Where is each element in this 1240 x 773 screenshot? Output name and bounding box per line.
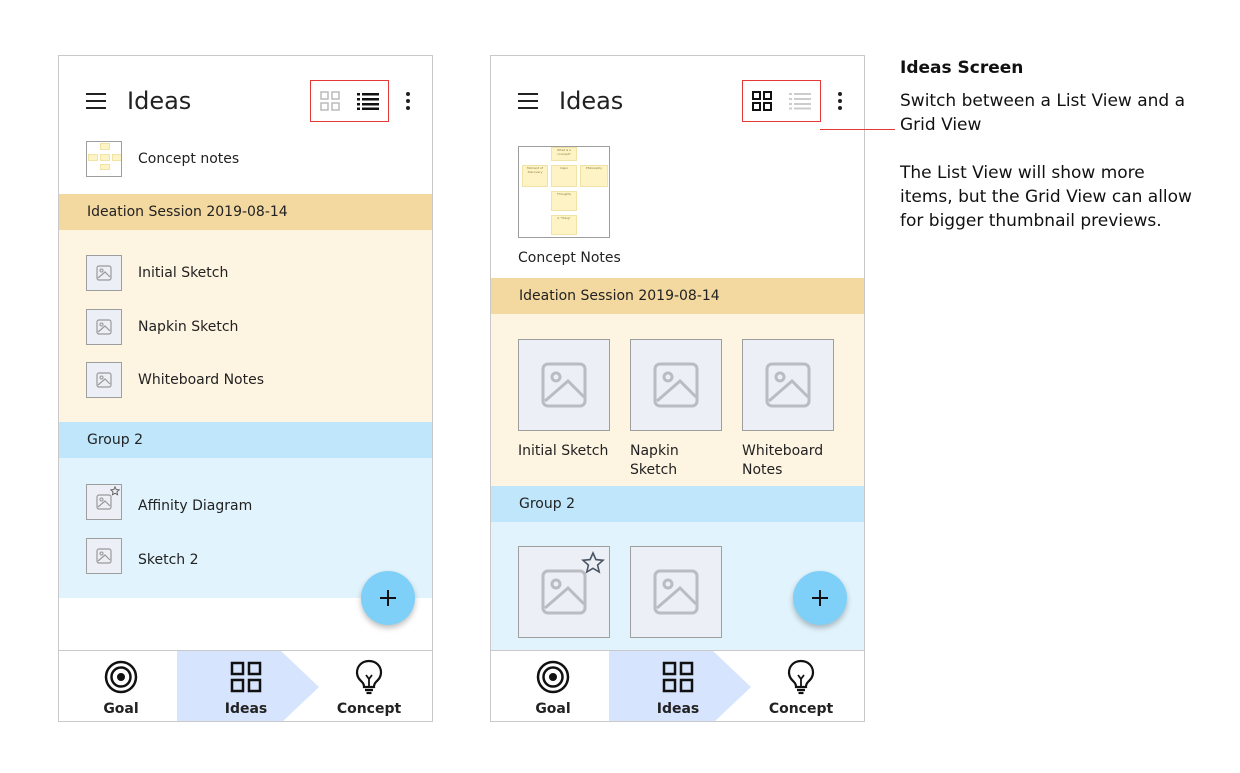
sticky-note: A "thing" [551, 215, 577, 235]
list-item-label: Concept notes [138, 151, 240, 167]
list-item[interactable]: Whiteboard Notes [59, 358, 432, 402]
hamburger-menu-icon[interactable] [518, 93, 538, 109]
list-item-label: Sketch 2 [138, 552, 199, 568]
group-ideation-session: Ideation Session 2019-08-14 Initial Sket… [491, 278, 864, 486]
grid-view-icon [320, 91, 340, 111]
grid-icon [228, 659, 264, 695]
nav-tab-goal[interactable]: Goal [61, 651, 181, 721]
grid-item-label: Whiteboard Notes [742, 443, 824, 478]
view-toggle [742, 80, 821, 122]
app-bar: Ideas [59, 56, 432, 140]
nav-tab-concept[interactable]: Concept [741, 651, 861, 721]
image-placeholder-icon [86, 309, 122, 345]
image-placeholder-icon [765, 362, 811, 408]
annotation-title: Ideas Screen [900, 58, 1024, 78]
nav-label: Ideas [224, 701, 268, 717]
grid-view-icon [752, 91, 772, 111]
group-ideation-session: Ideation Session 2019-08-14 Initial Sket… [59, 194, 432, 422]
list-view-button[interactable] [781, 81, 819, 121]
list-item-label: Whiteboard Notes [138, 372, 265, 388]
star-icon[interactable] [581, 551, 605, 575]
nav-tab-goal[interactable]: Goal [493, 651, 613, 721]
star-icon [110, 486, 120, 496]
list-item-concept-notes[interactable]: Concept notes [59, 138, 432, 182]
sticky-note: Inspo [551, 165, 577, 187]
page-title: Ideas [127, 87, 192, 115]
grid-view-button[interactable] [743, 81, 781, 121]
lightbulb-icon [783, 659, 819, 695]
grid-item-label: Concept Notes [518, 250, 621, 266]
list-item-label: Napkin Sketch [138, 319, 239, 335]
grid-view-button[interactable] [311, 81, 349, 121]
sticky-note: Thoughts [551, 191, 577, 211]
grid-item-label: Initial Sketch [518, 443, 609, 459]
hamburger-menu-icon[interactable] [86, 93, 106, 109]
phone-list-view: Ideas Concept notes Ideation Session 201… [58, 55, 433, 722]
add-button[interactable] [793, 571, 847, 625]
phone-grid-view: Ideas What is a concept? Moment of Disco… [490, 55, 865, 722]
sticky-note: Moment of Discovery [522, 165, 548, 187]
nav-tab-concept[interactable]: Concept [309, 651, 429, 721]
group-2: Group 2 Affinity Diagram Sketch 2 [59, 422, 432, 598]
app-bar: Ideas [491, 56, 864, 140]
sticky-note: Philosophy [580, 165, 608, 187]
grid-item-label: Napkin Sketch [630, 443, 679, 478]
lightbulb-icon [351, 659, 387, 695]
list-view-button[interactable] [349, 81, 387, 121]
image-placeholder-icon [541, 569, 587, 615]
list-item-label: Initial Sketch [138, 265, 229, 281]
group-2: Group 2 [491, 486, 864, 650]
view-toggle [310, 80, 389, 122]
image-placeholder-icon [653, 362, 699, 408]
list-item[interactable]: Napkin Sketch [59, 305, 432, 349]
grid-item-thumbnail[interactable] [630, 339, 722, 431]
group-header: Group 2 [59, 422, 432, 458]
grid-icon [660, 659, 696, 695]
plus-icon [380, 590, 396, 606]
annotation-description: The List View will show more items, but … [900, 163, 1192, 231]
grid-item-thumbnail[interactable] [742, 339, 834, 431]
image-placeholder-icon [86, 484, 122, 520]
list-item[interactable]: Initial Sketch [59, 251, 432, 295]
list-view-icon [789, 93, 811, 110]
more-options-icon[interactable] [837, 92, 843, 112]
nav-tab-ideas[interactable]: Ideas [186, 651, 306, 721]
sticky-note: What is a concept? [551, 147, 577, 161]
list-item-label: Affinity Diagram [138, 498, 253, 514]
image-placeholder-icon [86, 538, 122, 574]
nav-label: Concept [336, 701, 402, 717]
grid-item-thumbnail[interactable] [518, 546, 610, 638]
nav-label: Concept [768, 701, 834, 717]
more-options-icon[interactable] [405, 92, 411, 112]
grid-item-thumbnail[interactable] [630, 546, 722, 638]
group-header: Group 2 [491, 486, 864, 522]
nav-tab-ideas[interactable]: Ideas [618, 651, 738, 721]
nav-label: Ideas [656, 701, 700, 717]
bottom-nav: Goal Ideas Concept [59, 650, 432, 721]
bottom-nav: Goal Ideas Concept [491, 650, 864, 721]
image-placeholder-icon [86, 362, 122, 398]
annotation-subtitle: Switch between a List View and a Grid Vi… [900, 91, 1186, 135]
image-placeholder-icon [86, 255, 122, 291]
list-view-icon [357, 93, 379, 110]
grid-item-thumbnail[interactable] [518, 339, 610, 431]
concept-notes-thumbnail[interactable]: What is a concept? Moment of Discovery I… [518, 146, 610, 238]
target-icon [535, 659, 571, 695]
image-placeholder-icon [541, 362, 587, 408]
nav-label: Goal [103, 701, 139, 717]
target-icon [103, 659, 139, 695]
group-header: Ideation Session 2019-08-14 [59, 194, 432, 230]
page-title: Ideas [559, 87, 624, 115]
nav-label: Goal [535, 701, 571, 717]
add-button[interactable] [361, 571, 415, 625]
image-placeholder-icon [653, 569, 699, 615]
list-item[interactable]: Affinity Diagram [59, 482, 432, 526]
annotation-connector-line [820, 129, 895, 130]
group-header: Ideation Session 2019-08-14 [491, 278, 864, 314]
concept-notes-thumbnail [86, 141, 122, 177]
plus-icon [812, 590, 828, 606]
